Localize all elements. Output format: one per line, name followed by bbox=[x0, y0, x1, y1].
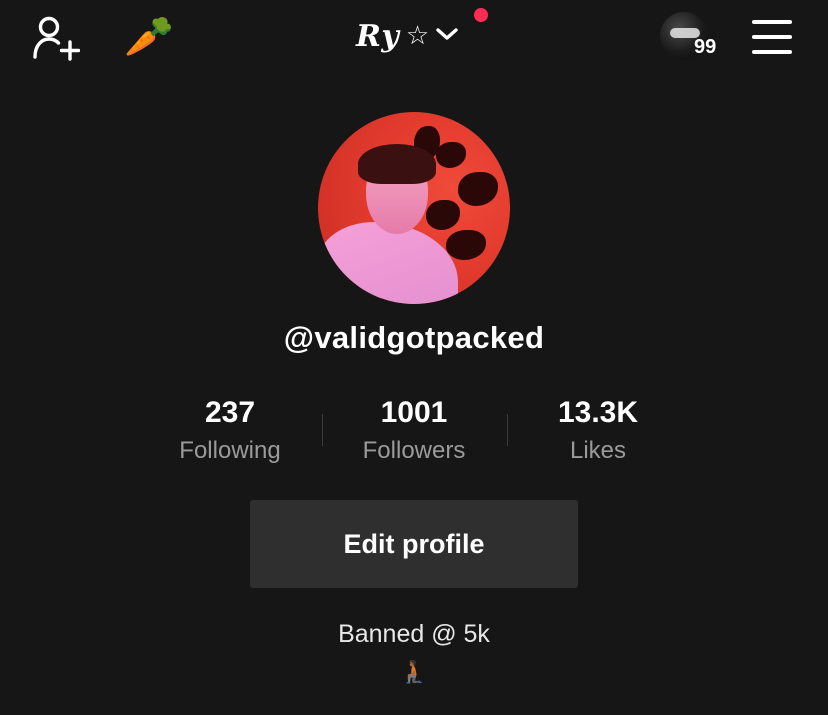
likes-count: 13.3K bbox=[557, 396, 639, 429]
likes-label: Likes bbox=[569, 437, 627, 464]
chevron-down-icon bbox=[435, 26, 459, 46]
stat-following[interactable]: 237 Following bbox=[145, 394, 315, 470]
profile-avatar[interactable] bbox=[318, 112, 510, 304]
followers-label: Followers bbox=[362, 437, 466, 464]
account-switcher[interactable]: Ry ☆ bbox=[356, 14, 459, 58]
bio-text: Banned @ 5k bbox=[338, 620, 490, 648]
story-count-badge: 99 bbox=[694, 36, 717, 58]
stat-divider bbox=[507, 414, 508, 446]
following-label: Following bbox=[179, 437, 281, 464]
bio-emoji: 🧎🏾 bbox=[400, 660, 428, 685]
stat-divider bbox=[322, 414, 323, 446]
account-name: Ry bbox=[356, 18, 400, 54]
account-star: ☆ bbox=[405, 21, 430, 51]
username: @validgotpacked bbox=[283, 320, 545, 355]
stat-likes[interactable]: 13.3K Likes bbox=[513, 394, 683, 470]
edit-profile-button[interactable]: Edit profile bbox=[250, 500, 578, 588]
stat-followers[interactable]: 1001 Followers bbox=[329, 394, 499, 470]
followers-count: 1001 bbox=[380, 396, 448, 429]
add-friend-icon[interactable] bbox=[28, 12, 84, 64]
notification-dot bbox=[474, 8, 488, 22]
following-count: 237 bbox=[204, 396, 256, 429]
carrot-emoji: 🥕 bbox=[124, 14, 174, 60]
hamburger-menu-icon[interactable] bbox=[750, 20, 794, 54]
